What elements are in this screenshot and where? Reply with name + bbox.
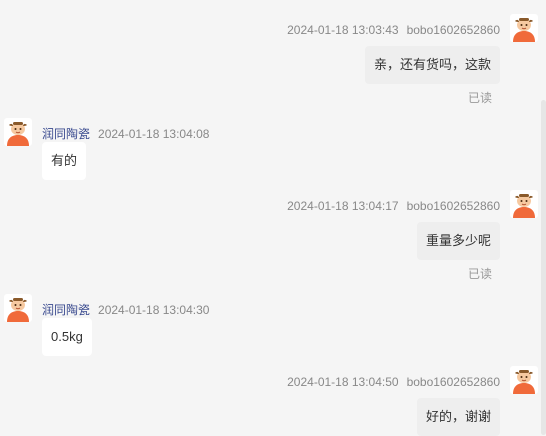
cartoon-avatar-icon[interactable] <box>4 294 32 322</box>
read-status: 已读 <box>467 267 492 281</box>
message-bubble[interactable]: 重量多少呢 <box>416 222 500 260</box>
message-timestamp: 2024-01-18 13:04:17 <box>287 199 399 213</box>
message-timestamp: 2024-01-18 13:03:43 <box>287 23 399 37</box>
read-status: 已读 <box>467 91 492 105</box>
sender-shop-name: 润同陶瓷 <box>42 303 91 317</box>
message-timestamp: 2024-01-18 13:04:08 <box>98 127 210 141</box>
message-meta: 润同陶瓷 2024-01-18 13:04:30 <box>42 302 209 318</box>
sender-username: bobo1602652860 <box>406 23 500 37</box>
cartoon-avatar-icon[interactable] <box>510 14 538 42</box>
message-bubble[interactable]: 0.5kg <box>42 318 92 356</box>
chat-message-list[interactable]: 2024-01-18 13:03:43 bobo1602652860 亲，还有货吗… <box>0 0 546 436</box>
message-meta: 2024-01-18 13:04:50 bobo1602652860 <box>287 374 500 390</box>
vertical-scrollbar[interactable] <box>541 100 546 435</box>
message-bubble[interactable]: 好的，谢谢 <box>416 398 500 436</box>
sender-shop-name: 润同陶瓷 <box>42 127 91 141</box>
cartoon-avatar-icon[interactable] <box>510 190 538 218</box>
message-bubble[interactable]: 有的 <box>42 142 87 180</box>
message-bubble[interactable]: 亲，还有货吗，这款 <box>364 46 500 84</box>
cartoon-avatar-icon[interactable] <box>4 118 32 146</box>
message-meta: 2024-01-18 13:04:17 bobo1602652860 <box>287 198 500 214</box>
message-timestamp: 2024-01-18 13:04:50 <box>287 375 399 389</box>
message-meta: 润同陶瓷 2024-01-18 13:04:08 <box>42 126 209 142</box>
sender-username: bobo1602652860 <box>406 375 500 389</box>
message-timestamp: 2024-01-18 13:04:30 <box>98 303 210 317</box>
sender-username: bobo1602652860 <box>406 199 500 213</box>
cartoon-avatar-icon[interactable] <box>510 366 538 394</box>
message-meta: 2024-01-18 13:03:43 bobo1602652860 <box>287 22 500 38</box>
